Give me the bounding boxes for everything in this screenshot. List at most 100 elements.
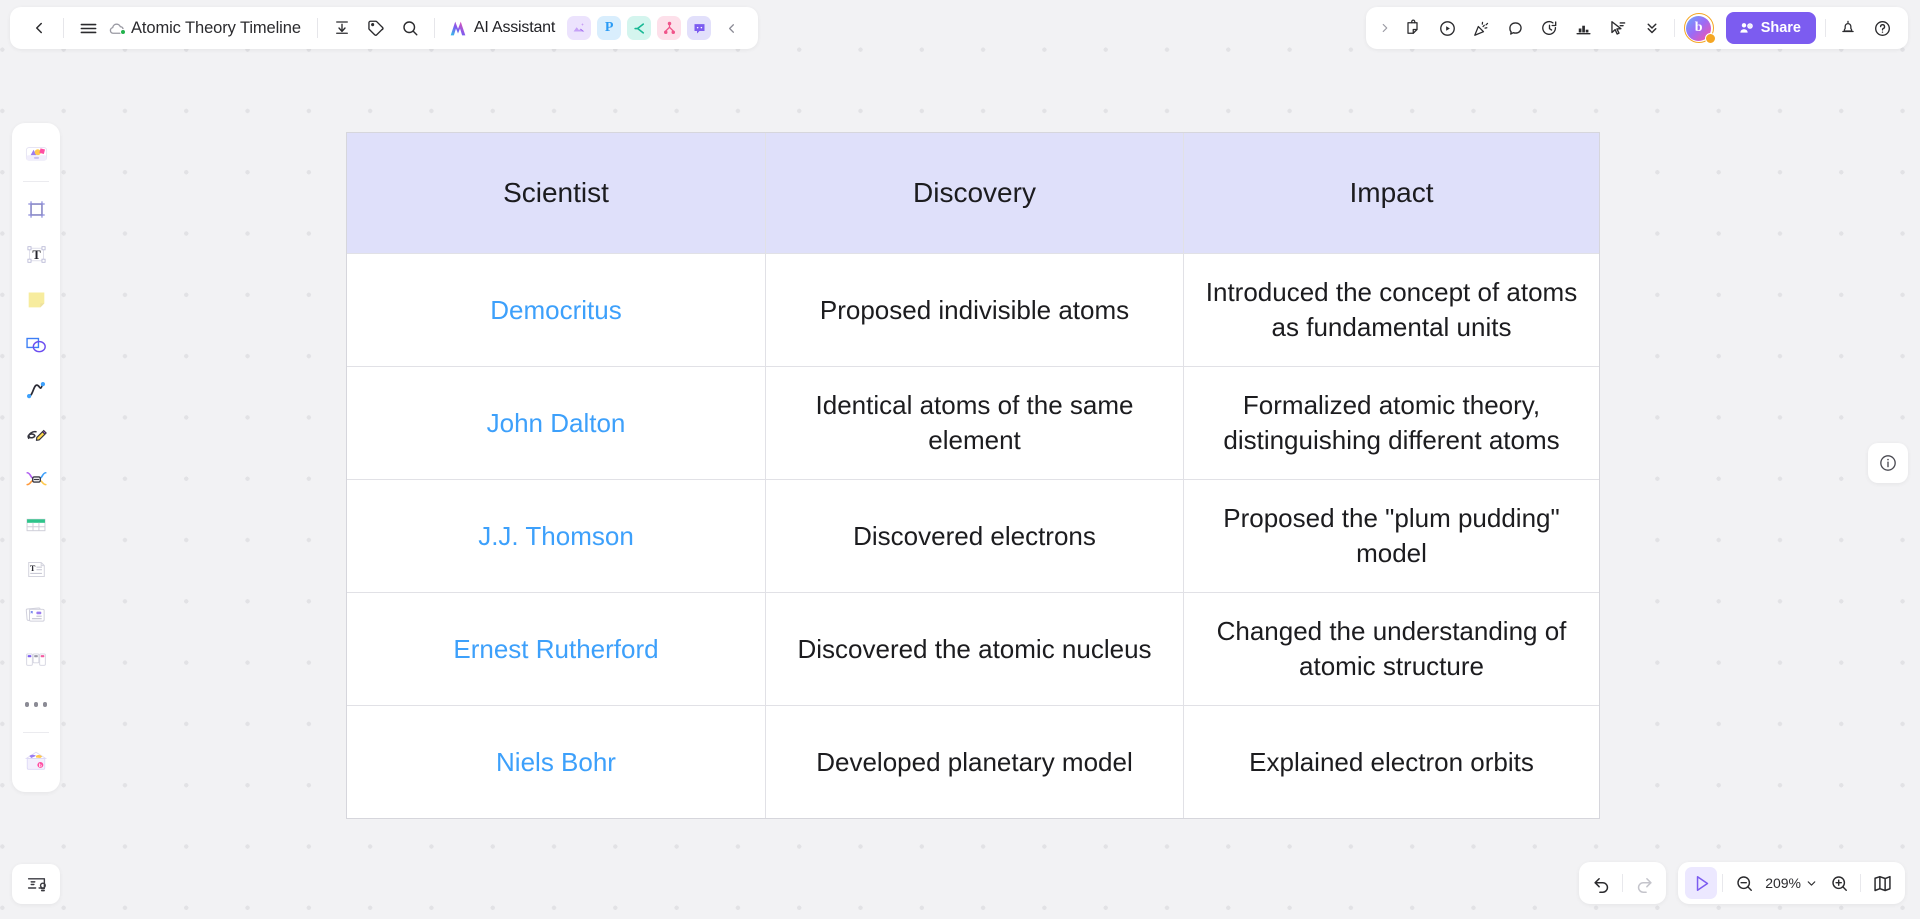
table-row[interactable]: J.J. Thomson Discovered electrons Propos… [347,479,1599,592]
left-tool-sidebar: T T b [12,123,60,792]
celebrate-tool-icon[interactable] [1465,11,1499,45]
svg-text:T: T [32,248,41,262]
download-button[interactable] [325,11,359,45]
cell-impact[interactable]: Proposed the "plum pudding" model [1183,480,1599,592]
collapse-apps-button[interactable] [714,11,748,45]
undo-redo-toolbar [1579,862,1666,904]
table-header-impact: Impact [1183,133,1599,253]
sidebar-item-frame[interactable] [16,190,56,230]
zoom-level-value: 209% [1765,875,1801,891]
sidebar-item-apps-store[interactable]: b [16,741,56,781]
vote-chart-tool-icon[interactable] [1567,11,1601,45]
back-button[interactable] [22,11,56,45]
timer-tool-icon[interactable] [1533,11,1567,45]
minimap-button[interactable] [1866,867,1898,899]
table-row[interactable]: Democritus Proposed indivisible atoms In… [347,253,1599,366]
table-row[interactable]: Niels Bohr Developed planetary model Exp… [347,705,1599,818]
table-header-scientist: Scientist [347,133,765,253]
minimap-book-icon [1873,875,1891,891]
ai-assistant-button[interactable]: AI Assistant [442,12,564,44]
cell-discovery[interactable]: Developed planetary model [765,706,1183,818]
cell-discovery[interactable]: Proposed indivisible atoms [765,254,1183,366]
zoom-out-button[interactable] [1728,867,1760,899]
sync-status-dot [120,29,126,35]
sidebar-item-text[interactable]: T [16,235,56,275]
cell-scientist[interactable]: John Dalton [347,367,765,479]
cloud-synced-icon [105,18,127,38]
help-circle-icon[interactable] [1865,11,1899,45]
image-app-icon[interactable] [567,16,592,40]
sidebar-item-card[interactable] [16,595,56,635]
cell-impact[interactable]: Changed the understanding of atomic stru… [1183,593,1599,705]
svg-text:b: b [39,763,42,769]
sidebar-item-connector[interactable] [16,370,56,410]
cell-discovery[interactable]: Discovered the atomic nucleus [765,593,1183,705]
cell-impact[interactable]: Introduced the concept of atoms as funda… [1183,254,1599,366]
sidebar-item-pen-draw[interactable] [16,415,56,455]
divider [316,18,318,38]
notification-bell-icon[interactable] [1831,11,1865,45]
comment-app-icon[interactable] [687,16,712,40]
sidebar-item-kanban[interactable] [16,640,56,680]
divider [1825,19,1826,37]
presentation-app-icon[interactable]: P [597,16,622,40]
sidebar-item-mindmap[interactable] [16,460,56,500]
divider [1722,874,1724,892]
whiteboard-canvas[interactable]: Atomic Theory Timeline AI Assistant P b … [0,0,1920,919]
chevron-down-icon [1807,880,1816,886]
sidebar-item-shapes-library[interactable] [16,134,56,174]
cell-discovery[interactable]: Identical atoms of the same element [765,367,1183,479]
undo-button[interactable] [1585,867,1617,899]
share-button[interactable]: Share [1725,12,1816,44]
more-chevrons-icon[interactable] [1635,11,1669,45]
scientists-table[interactable]: Scientist Discovery Impact Democritus Pr… [346,132,1600,819]
concept-map-app-icon[interactable] [627,16,652,40]
sticker-tool-icon[interactable] [1397,11,1431,45]
top-right-toolbar: b Share [1365,7,1908,49]
more-dots-icon [24,702,48,707]
cursor-select-tool[interactable] [1685,867,1718,899]
table-header-row: Scientist Discovery Impact [347,133,1599,253]
divider [1673,19,1675,37]
pointer-broadcast-tool-icon[interactable] [1601,11,1635,45]
cell-discovery[interactable]: Discovered electrons [765,480,1183,592]
sidebar-item-table[interactable] [16,505,56,545]
redo-button[interactable] [1628,867,1660,899]
divider [23,181,49,182]
top-left-toolbar: Atomic Theory Timeline AI Assistant P [10,7,759,49]
sidebar-item-more-tools[interactable] [16,685,56,725]
zoom-in-button[interactable] [1823,867,1855,899]
ai-assistant-label: AI Assistant [473,19,556,36]
avatar-badge [1704,33,1716,44]
zoom-level-selector[interactable]: 209% [1760,867,1823,899]
cell-scientist[interactable]: J.J. Thomson [347,480,765,592]
cell-scientist[interactable]: Niels Bohr [347,706,765,818]
divider [433,18,435,38]
cell-impact[interactable]: Formalized atomic theory, distinguishing… [1183,367,1599,479]
table-row[interactable]: Ernest Rutherford Discovered the atomic … [347,592,1599,705]
sidebar-item-document[interactable]: T [16,550,56,590]
main-menu-button[interactable] [71,11,105,45]
sidebar-item-shape[interactable] [16,325,56,365]
sidebar-item-sticky-note[interactable] [16,280,56,320]
expand-toolbar-button[interactable] [1373,11,1397,45]
cell-impact[interactable]: Explained electron orbits [1183,706,1599,818]
search-button[interactable] [393,11,427,45]
person-add-icon [1740,23,1753,33]
table-row[interactable]: John Dalton Identical atoms of the same … [347,366,1599,479]
play-record-tool-icon[interactable] [1431,11,1465,45]
comment-bubble-tool-icon[interactable] [1499,11,1533,45]
avatar[interactable]: b [1683,13,1716,44]
cell-scientist[interactable]: Democritus [347,254,765,366]
divider [63,18,64,38]
presentation-mode-button[interactable] [12,864,60,904]
table-header-discovery: Discovery [765,133,1183,253]
zoom-toolbar: 209% [1678,862,1905,904]
tag-button[interactable] [359,11,393,45]
cursor-select-icon [1696,875,1708,891]
share-label: Share [1760,20,1801,36]
info-panel-button[interactable] [1868,443,1908,483]
cell-scientist[interactable]: Ernest Rutherford [347,593,765,705]
document-title[interactable]: Atomic Theory Timeline [127,19,310,38]
mindmap-app-icon[interactable] [657,16,682,40]
